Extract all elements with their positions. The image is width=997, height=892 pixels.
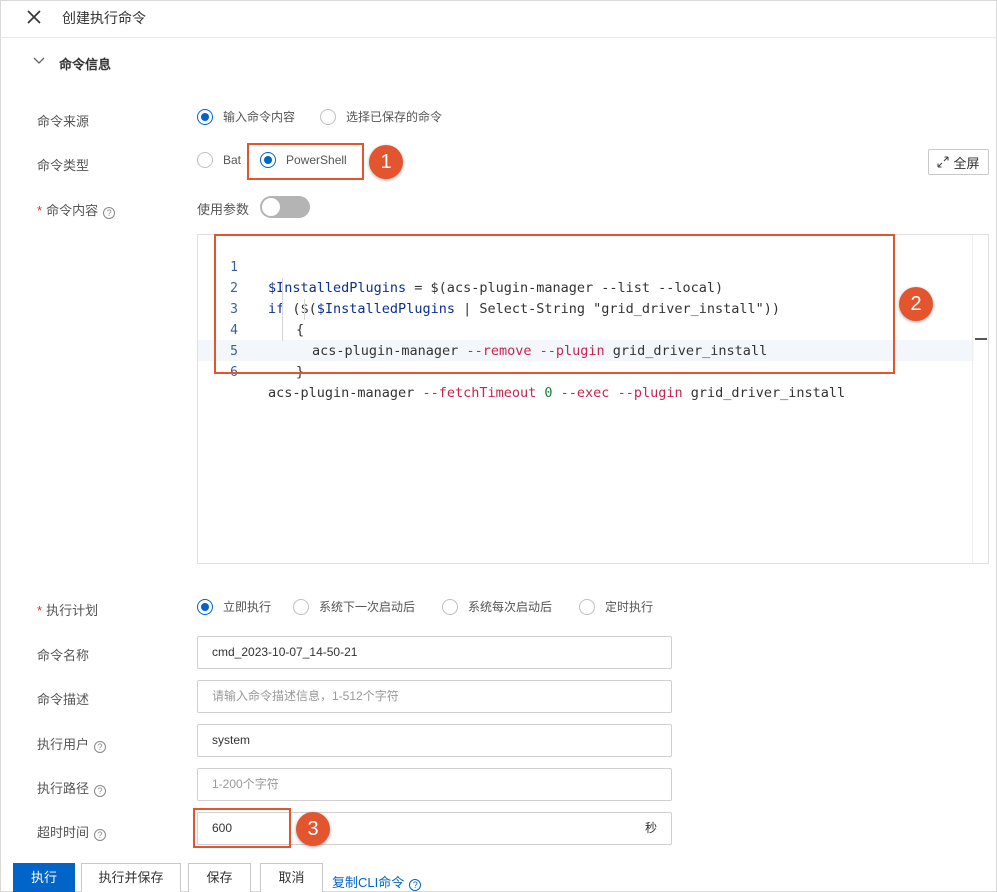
- exec-path-input[interactable]: 1-200个字符: [197, 768, 672, 801]
- fullscreen-button[interactable]: 全屏: [928, 149, 989, 175]
- timeout-label: 超时时间?: [37, 822, 107, 841]
- code-text: }: [296, 364, 305, 380]
- timeout-value: 600: [212, 821, 233, 835]
- indent-guide: [304, 299, 305, 320]
- fullscreen-label: 全屏: [953, 155, 980, 171]
- copy-cli-label: 复制CLI命令: [332, 875, 405, 890]
- command-desc-label: 命令描述: [37, 692, 90, 707]
- exec-user-label-text: 执行用户: [37, 737, 90, 752]
- radio-input-command[interactable]: 输入命令内容: [197, 108, 295, 125]
- exec-path-label-text: 执行路径: [37, 781, 90, 796]
- help-icon[interactable]: ?: [103, 207, 116, 219]
- timeout-label-text: 超时时间: [37, 825, 90, 840]
- help-icon[interactable]: ?: [94, 741, 107, 753]
- schedule-label: * 执行计划: [37, 603, 99, 618]
- indent-guide: [282, 278, 283, 341]
- radio-dot: [260, 152, 276, 168]
- chevron-down-icon[interactable]: [32, 54, 46, 68]
- radio-label: 选择已保存的命令: [346, 110, 443, 124]
- radio-dot: [293, 598, 309, 615]
- command-type-label: 命令类型: [37, 158, 90, 173]
- help-icon[interactable]: ?: [94, 829, 107, 841]
- editor-scrollbar[interactable]: [972, 235, 988, 563]
- radio-dot: [579, 598, 595, 615]
- code-line: 4 acs-plugin-manager --remove --plugin g…: [198, 299, 974, 359]
- code-editor[interactable]: 1 $InstalledPlugins = $(acs-plugin-manag…: [197, 234, 989, 564]
- section-title: 命令信息: [59, 57, 112, 72]
- code-line: 6 acs-plugin-manager --fetchTimeout 0 --…: [198, 341, 974, 401]
- expand-icon: [937, 156, 950, 168]
- exec-user-input[interactable]: system: [197, 724, 672, 757]
- radio-label: 输入命令内容: [223, 110, 296, 124]
- help-icon[interactable]: ?: [94, 785, 107, 797]
- radio-label: 系统每次启动后: [468, 600, 553, 614]
- line-number: 6: [230, 365, 238, 380]
- timeout-unit: 秒: [644, 821, 657, 835]
- radio-run-now[interactable]: 立即执行: [197, 598, 271, 615]
- code-line: 2 if ($($InstalledPlugins | Select-Strin…: [198, 257, 974, 317]
- radio-label: Bat: [223, 153, 242, 167]
- radio-label: 立即执行: [223, 600, 272, 614]
- dialog-header: 创建执行命令: [0, 0, 997, 38]
- command-source-label: 命令来源: [37, 114, 90, 129]
- code-text: acs-plugin-manager --fetchTimeout 0 --ex…: [268, 385, 846, 401]
- annotation-badge-2: 2: [899, 287, 933, 321]
- timeout-input[interactable]: 600 秒: [197, 812, 672, 845]
- command-content-label: * 命令内容?: [37, 200, 116, 219]
- close-icon[interactable]: [22, 5, 46, 29]
- dialog-title: 创建执行命令: [62, 10, 146, 26]
- command-name-input[interactable]: cmd_2023-10-07_14-50-21: [197, 636, 672, 669]
- radio-dot: [197, 152, 213, 168]
- execute-button[interactable]: 执行: [13, 863, 75, 892]
- radio-label: PowerShell: [286, 153, 347, 167]
- execute-save-button[interactable]: 执行并保存: [81, 863, 181, 892]
- radio-next-boot[interactable]: 系统下一次启动后: [293, 598, 415, 615]
- code-line: 5 }: [198, 320, 974, 380]
- radio-label: 系统下一次启动后: [319, 600, 416, 614]
- use-params-label: 使用参数: [197, 202, 250, 217]
- cancel-button[interactable]: 取消: [260, 863, 323, 892]
- code-line: 1 $InstalledPlugins = $(acs-plugin-manag…: [198, 236, 974, 296]
- copy-cli-link[interactable]: 复制CLI命令?: [332, 872, 422, 891]
- scroll-marker: [975, 338, 987, 340]
- command-name-label: 命令名称: [37, 648, 90, 663]
- schedule-label-text: 执行计划: [46, 603, 99, 618]
- exec-user-label: 执行用户?: [37, 734, 107, 753]
- annotation-badge-1: 1: [369, 145, 403, 179]
- command-desc-input[interactable]: 请输入命令描述信息，1-512个字符: [197, 680, 672, 713]
- radio-scheduled[interactable]: 定时执行: [579, 598, 653, 615]
- radio-dot: [197, 598, 213, 615]
- radio-every-boot[interactable]: 系统每次启动后: [442, 598, 552, 615]
- radio-dot: [320, 108, 336, 125]
- annotation-badge-3: 3: [296, 812, 330, 846]
- radio-powershell[interactable]: PowerShell: [260, 152, 347, 168]
- exec-path-label: 执行路径?: [37, 778, 107, 797]
- code-line: 3 {: [198, 278, 974, 338]
- radio-label: 定时执行: [605, 600, 654, 614]
- radio-dot: [442, 598, 458, 615]
- save-button[interactable]: 保存: [188, 863, 251, 892]
- radio-dot: [197, 108, 213, 125]
- radio-saved-command[interactable]: 选择已保存的命令: [320, 108, 442, 125]
- use-params-switch[interactable]: [260, 196, 310, 218]
- help-icon[interactable]: ?: [409, 879, 422, 891]
- radio-bat[interactable]: Bat: [197, 152, 241, 168]
- command-content-label-text: 命令内容: [46, 203, 99, 218]
